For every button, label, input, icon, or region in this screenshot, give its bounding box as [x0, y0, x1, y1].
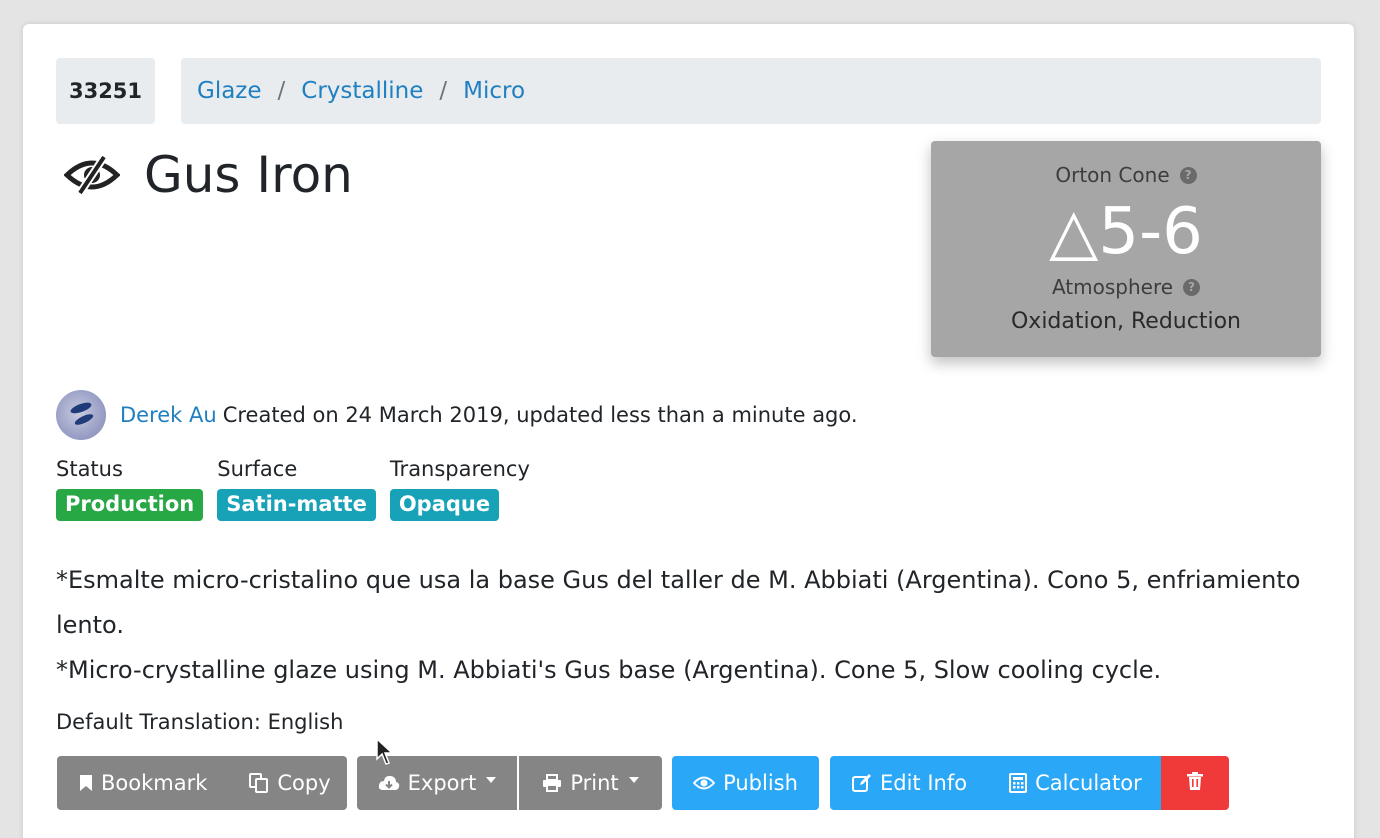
author-link[interactable]: Derek Au — [120, 403, 217, 427]
print-label: Print — [570, 771, 619, 795]
export-label: Export — [407, 771, 477, 795]
status-property: Status Production — [56, 457, 204, 521]
breadcrumb-micro[interactable]: Micro — [463, 78, 525, 104]
edit-info-label: Edit Info — [880, 771, 968, 795]
cone-label: Orton Cone — [1055, 163, 1170, 187]
print-dropdown-button[interactable]: Print — [519, 756, 662, 810]
status-label: Status — [56, 457, 123, 481]
page-title: Gus Iron — [144, 146, 353, 204]
copy-label: Copy — [277, 771, 331, 795]
help-icon[interactable]: ? — [1183, 278, 1201, 296]
bookmark-button[interactable]: Bookmark — [79, 771, 207, 795]
transparency-label: Transparency — [389, 457, 530, 481]
atmosphere-value: Oxidation, Reduction — [1010, 309, 1241, 334]
default-translation: Default Translation: English — [56, 710, 344, 734]
breadcrumb-separator: / — [439, 78, 448, 104]
cone-panel: Orton Cone ? △5-6 Atmosphere ? Oxidation… — [931, 141, 1321, 357]
publish-label: Publish — [723, 771, 798, 795]
chevron-down-icon — [486, 777, 497, 783]
printer-icon — [542, 774, 562, 792]
bookmark-icon — [79, 774, 93, 792]
chevron-down-icon — [628, 777, 639, 783]
cone-value: △5-6 — [1049, 195, 1203, 269]
calculator-icon — [1009, 773, 1028, 793]
surface-property: Surface Satin-matte — [217, 457, 376, 521]
created-meta: Created on 24 March 2019, updated less t… — [222, 403, 858, 427]
recipe-id: 33251 — [56, 58, 155, 124]
transparency-property: Transparency Opaque — [389, 457, 530, 521]
breadcrumb-crystalline[interactable]: Crystalline — [301, 78, 423, 104]
atmosphere-label: Atmosphere — [1051, 275, 1174, 299]
copy-icon — [249, 773, 269, 793]
trash-icon — [1187, 771, 1203, 795]
edit-info-button[interactable]: Edit Info — [852, 771, 967, 795]
copy-button[interactable]: Copy — [249, 771, 331, 795]
description: *Esmalte micro-cristalino que usa la bas… — [56, 558, 1326, 693]
calculator-label: Calculator — [1035, 771, 1142, 795]
publish-button[interactable]: Publish — [672, 756, 819, 810]
author-row: Derek Au Created on 24 March 2019, updat… — [56, 389, 858, 441]
edit-icon — [852, 773, 872, 793]
edit-calc-group: Edit Info Calculator — [830, 756, 1161, 810]
surface-badge: Satin-matte — [217, 489, 376, 521]
eye-slash-icon[interactable] — [63, 154, 121, 196]
description-spanish: *Esmalte micro-cristalino que usa la bas… — [56, 566, 1301, 639]
description-english: *Micro-crystalline glaze using M. Abbiat… — [56, 656, 1162, 684]
delete-button[interactable] — [1161, 756, 1229, 810]
properties: Status Production Surface Satin-matte Tr… — [56, 457, 544, 521]
bookmark-label: Bookmark — [101, 771, 208, 795]
bookmark-copy-group: Bookmark Copy — [57, 756, 347, 810]
breadcrumb-glaze[interactable]: Glaze — [197, 78, 262, 104]
title-row: Gus Iron — [63, 140, 353, 210]
breadcrumb-separator: / — [277, 78, 286, 104]
eye-icon — [693, 775, 716, 791]
avatar[interactable] — [56, 390, 106, 440]
surface-label: Surface — [217, 457, 298, 481]
cloud-download-icon — [378, 774, 400, 792]
status-badge: Production — [56, 489, 204, 521]
mouse-cursor-icon — [376, 737, 394, 770]
help-icon[interactable]: ? — [1179, 166, 1197, 184]
calculator-button[interactable]: Calculator — [1009, 771, 1142, 795]
transparency-badge: Opaque — [389, 489, 500, 521]
breadcrumb: Glaze / Crystalline / Micro — [181, 58, 1321, 124]
